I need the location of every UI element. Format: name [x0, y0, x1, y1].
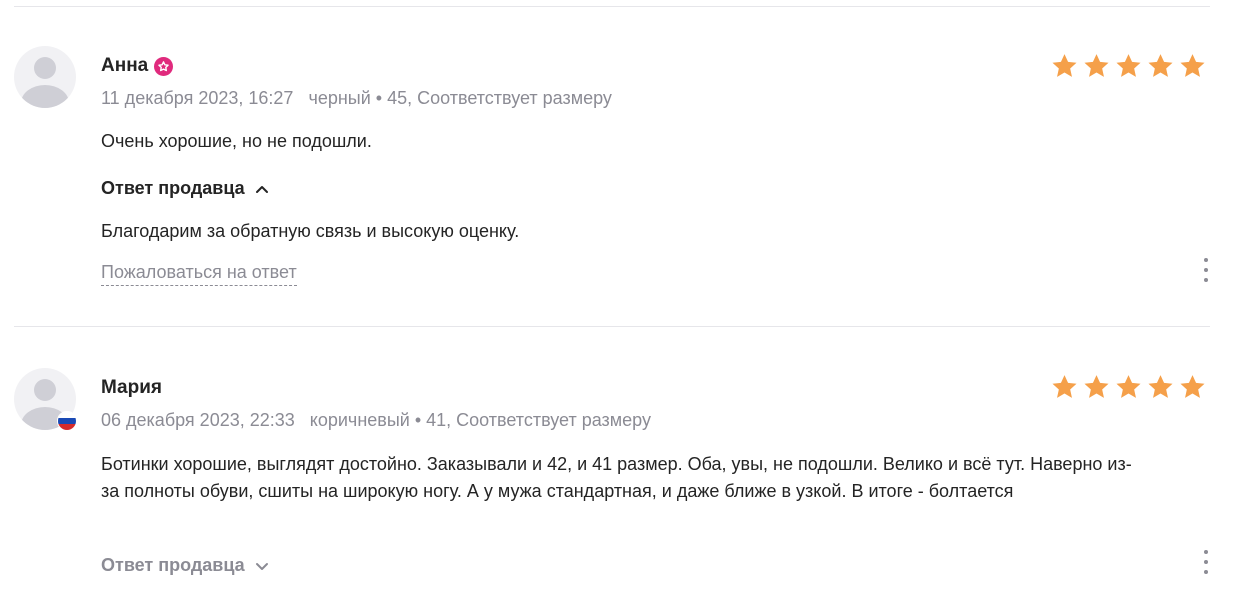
review-text: Ботинки хорошие, выглядят достойно. Зака…	[101, 454, 1132, 501]
star-icon	[1084, 54, 1109, 77]
rating-stars	[1050, 373, 1207, 401]
chevron-down-icon	[255, 562, 268, 570]
star-icon	[1084, 375, 1109, 398]
review-text: Очень хорошие, но не подошли.	[101, 131, 372, 151]
author-name: Анна	[101, 55, 149, 76]
review-divider	[14, 326, 1210, 327]
author-row: Анна	[101, 55, 174, 77]
author-name: Мария	[101, 377, 162, 398]
star-icon	[1052, 375, 1077, 398]
pink-star-badge-icon	[154, 56, 174, 76]
star-icon	[1052, 54, 1077, 77]
russia-flag-icon	[57, 411, 77, 431]
star-icon	[1116, 375, 1141, 398]
star-icon	[1180, 375, 1205, 398]
review-details: черный • 45, Соответствует размеру	[308, 88, 612, 108]
kebab-menu-icon[interactable]	[1198, 550, 1214, 574]
rating-stars	[1050, 52, 1207, 80]
complain-link[interactable]: Пожаловаться на ответ	[101, 262, 297, 286]
review-meta: 11 декабря 2023, 16:27 черный • 45, Соотв…	[101, 88, 612, 109]
star-icon	[1116, 54, 1141, 77]
kebab-menu-icon[interactable]	[1198, 258, 1214, 282]
seller-reply-text: Благодарим за обратную связь и высокую о…	[101, 221, 520, 241]
seller-reply-toggle[interactable]: Ответ продавца	[101, 178, 269, 199]
review-date: 06 декабря 2023, 22:33	[101, 410, 295, 430]
seller-reply-toggle[interactable]: Ответ продавца	[101, 555, 269, 576]
review-date: 11 декабря 2023, 16:27	[101, 88, 294, 108]
star-icon	[1148, 54, 1173, 77]
review-details: коричневый • 41, Соответствует размеру	[309, 410, 651, 430]
seller-reply-label: Ответ продавца	[101, 555, 245, 575]
review-meta: 06 декабря 2023, 22:33 коричневый • 41, С…	[101, 410, 651, 431]
avatar	[14, 46, 76, 108]
star-icon	[1180, 54, 1205, 77]
seller-reply-label: Ответ продавца	[101, 178, 245, 198]
star-icon	[1148, 375, 1173, 398]
chevron-up-icon	[255, 185, 268, 193]
top-divider	[14, 6, 1210, 7]
author-row: Мария	[101, 377, 162, 399]
